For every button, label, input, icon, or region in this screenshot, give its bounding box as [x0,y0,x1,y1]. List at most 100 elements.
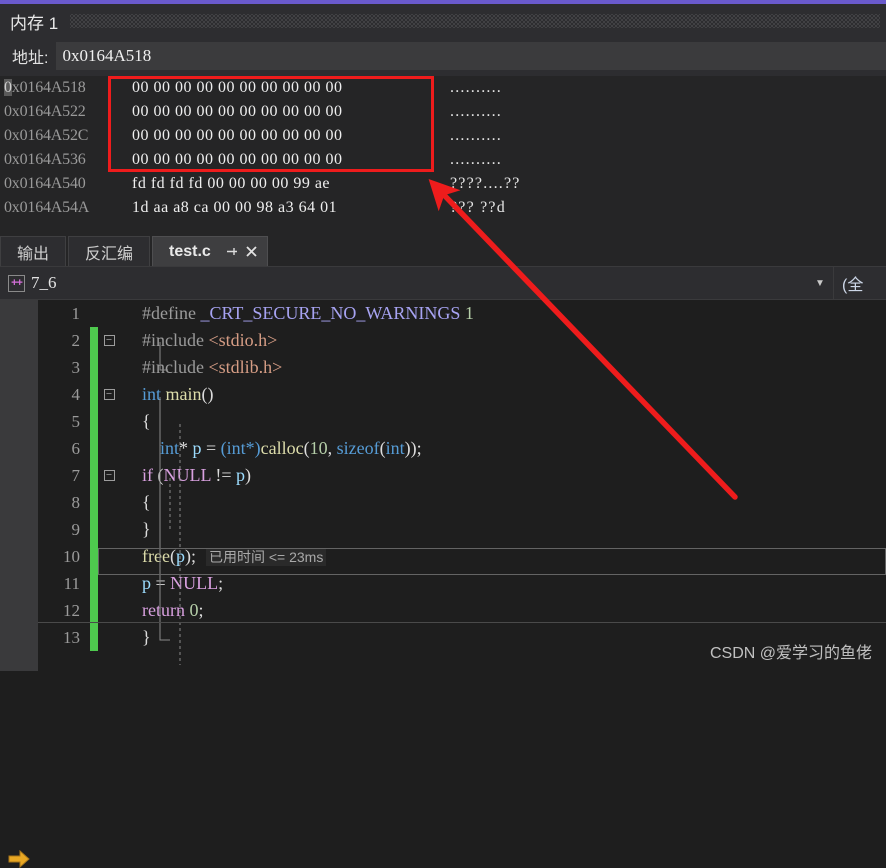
memory-pane-titlebar[interactable]: 内存 1 [0,4,886,38]
tab-output[interactable]: 输出 [0,236,67,266]
line-number: 1 [71,303,81,323]
code-line-current[interactable]: 10 free(p); 已用时间 <= 23ms [38,543,886,570]
code-line[interactable]: 11 p = NULL; [38,570,886,597]
change-bar [90,543,98,570]
change-bar [90,354,98,381]
tab-label: 输出 [17,245,50,263]
code-text: { [142,411,151,431]
code-lines-container[interactable]: 1 #define _CRT_SECURE_NO_WARNINGS 1 2 − … [38,300,886,671]
memory-row-ascii: .......... [450,151,502,168]
code-line[interactable]: 4 − int main() [38,381,886,408]
code-line[interactable]: 3 #include <stdlib.h> [38,354,886,381]
breakpoint-gutter[interactable] [0,300,38,671]
code-token: = [201,438,221,458]
code-token: 1 [464,303,474,323]
code-token: free [142,546,170,566]
code-token: NULL [163,465,211,485]
code-token: 0 [184,600,199,620]
code-editor: 1 #define _CRT_SECURE_NO_WARNINGS 1 2 − … [0,300,886,868]
indent-guide [120,354,142,381]
code-line[interactable]: 12 return 0; [38,597,886,624]
memory-pane-title: 内存 1 [10,13,59,33]
watermark: CSDN @爱学习的鱼佬 [709,645,872,662]
memory-row-bytes: 00 00 00 00 00 00 00 00 00 00 [132,103,343,120]
indent-guide [120,435,142,462]
scope-dropdown[interactable]: ++ 7_6 ▼ [0,267,834,299]
fold-toggle[interactable]: − [98,335,120,346]
memory-row[interactable]: 0x0164A522 00 00 00 00 00 00 00 00 00 00… [0,100,886,124]
memory-row-address: 0x0164A522 [4,103,86,120]
line-number: 8 [71,492,81,512]
code-text: int main() [142,384,886,405]
drag-handle-icon[interactable] [70,14,880,28]
address-label: 地址: [12,50,49,67]
code-token: ) [244,465,251,485]
code-text: int* p = (int*)calloc(10, sizeof(int)); [142,438,886,459]
indent-guide [120,462,142,489]
code-token: return [142,600,185,620]
code-token: )); [404,438,422,458]
indent-guide [120,516,142,543]
indent-guide [120,624,142,651]
code-token: ( [153,465,164,485]
chevron-down-icon[interactable]: ▼ [807,278,833,289]
execution-pointer-icon [8,850,30,868]
change-bar [90,300,98,327]
code-token: 10 [309,438,328,458]
memory-row[interactable]: 0x0164A536 00 00 00 00 00 00 00 00 00 00… [0,148,886,172]
code-token: p [192,438,202,458]
code-token: #include [142,357,204,377]
fold-toggle[interactable]: − [98,470,120,481]
pin-icon[interactable] [223,243,241,261]
memory-row-address: 0x0164A54A [4,199,90,216]
line-number: 5 [71,411,81,431]
memory-row[interactable]: 0x0164A54A 1d aa a8 ca 00 00 98 a3 64 01… [0,196,886,220]
tab-test-c[interactable]: test.c [152,236,268,266]
code-token: main [165,384,202,404]
tab-disassembly[interactable]: 反汇编 [68,236,151,266]
code-token: NULL [170,573,219,593]
code-token: #include [142,330,204,350]
code-text: return 0; [142,600,886,621]
memory-row-bytes: 00 00 00 00 00 00 00 00 00 00 [132,79,343,96]
code-line[interactable]: 9 } [38,516,886,543]
memory-row[interactable]: 0x0164A540 fd fd fd fd 00 00 00 00 99 ae… [0,172,886,196]
line-number: 4 [71,384,81,404]
address-input[interactable] [56,42,886,70]
code-token: <stdlib.h> [208,357,283,377]
code-token: (int*) [220,438,261,458]
code-token: != [210,465,236,485]
indent-guide [120,408,142,435]
close-icon[interactable] [243,243,261,261]
memory-row-ascii: .......... [450,127,502,144]
code-line[interactable]: 5 { [38,408,886,435]
memory-row[interactable]: 0x0164A52C 00 00 00 00 00 00 00 00 00 00… [0,124,886,148]
editor-separator [38,622,886,623]
code-line[interactable]: 1 #define _CRT_SECURE_NO_WARNINGS 1 [38,300,886,327]
memory-row-bytes: fd fd fd fd 00 00 00 00 99 ae [132,175,331,192]
elapsed-time-badge: 已用时间 <= 23ms [205,548,327,566]
code-token: int [160,438,180,458]
code-token: ); [184,546,196,566]
code-token: , [327,438,337,458]
memory-row-address: 0x0164A540 [4,175,86,192]
code-line[interactable]: 6 int* p = (int*)calloc(10, sizeof(int))… [38,435,886,462]
memory-row[interactable]: 0x0164A518 00 00 00 00 00 00 00 00 00 00… [0,76,886,100]
member-dropdown[interactable]: (全 [834,267,886,299]
code-token: p [142,573,151,593]
code-line[interactable]: 2 − #include <stdio.h> [38,327,886,354]
memory-dump-grid[interactable]: 0x0164A518 00 00 00 00 00 00 00 00 00 00… [0,76,886,228]
memory-row-bytes: 1d aa a8 ca 00 00 98 a3 64 01 [132,199,338,216]
member-dropdown-value: (全 [842,277,864,294]
code-line[interactable]: 8 { [38,489,886,516]
memory-row-address: 0x0164A518 [4,79,86,96]
code-text: free(p); 已用时间 <= 23ms [142,546,886,567]
code-line[interactable]: 7 − if (NULL != p) [38,462,886,489]
memory-row-bytes: 00 00 00 00 00 00 00 00 00 00 [132,151,343,168]
fold-toggle[interactable]: − [98,389,120,400]
indent-guide [120,543,142,570]
change-bar [90,570,98,597]
code-token: () [201,384,214,404]
line-number: 2 [71,330,81,350]
code-text: #define _CRT_SECURE_NO_WARNINGS 1 [142,303,886,324]
